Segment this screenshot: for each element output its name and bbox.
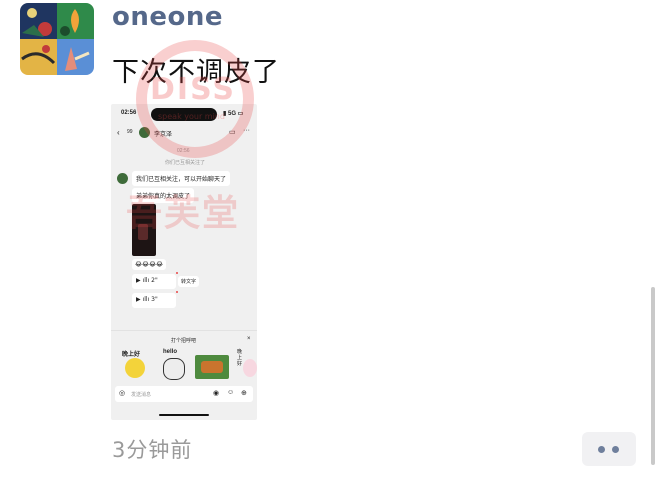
watermark-logo-text: DISS bbox=[150, 72, 236, 107]
flame-icon bbox=[60, 9, 79, 36]
speech-to-text-button[interactable]: 转文字 bbox=[178, 276, 200, 287]
sticker[interactable]: 晚上好 bbox=[119, 349, 149, 381]
moon-icon bbox=[22, 8, 52, 37]
avatar-quadrant-yellow bbox=[20, 39, 57, 75]
sticker-face bbox=[243, 359, 257, 377]
unread-badge-icon: 99 bbox=[127, 129, 133, 135]
sticker[interactable] bbox=[195, 355, 229, 379]
back-icon[interactable]: ‹ bbox=[117, 128, 120, 137]
waveform-icon: ıllı bbox=[142, 296, 150, 303]
message-input-bar[interactable]: ◎ 发送消息 ◉ ☺ ⊕ bbox=[115, 386, 253, 402]
sticker-caption: 晚上好 bbox=[122, 352, 141, 358]
sticker-image bbox=[201, 361, 223, 373]
close-icon[interactable]: × bbox=[247, 336, 251, 342]
sticker[interactable]: hello bbox=[157, 349, 187, 381]
avatar[interactable] bbox=[20, 3, 94, 75]
voice-message[interactable]: ▶ ıllı 3" bbox=[132, 293, 176, 308]
camera-icon[interactable]: ◎ bbox=[119, 389, 125, 397]
emoji-icon[interactable]: ☺ bbox=[227, 389, 234, 396]
status-time: 02:56 bbox=[121, 110, 137, 116]
more-options-button[interactable] bbox=[582, 432, 636, 466]
sticker-face bbox=[125, 358, 145, 378]
message-input[interactable]: 发送消息 bbox=[131, 391, 151, 398]
pattern-icon bbox=[21, 45, 56, 65]
system-note: 你们已互相关注了 bbox=[165, 160, 206, 166]
play-icon[interactable]: ▶ bbox=[136, 277, 141, 284]
voice-duration: 2" bbox=[151, 277, 158, 284]
greet-prompt: 打个招呼吧 bbox=[171, 338, 197, 344]
sticker[interactable]: 晚上好 bbox=[235, 349, 257, 381]
hand-icon bbox=[65, 47, 90, 71]
more-dots-icon bbox=[612, 446, 619, 453]
more-dots-icon bbox=[598, 446, 605, 453]
watermark-logo-subtext: speak your mind bbox=[158, 112, 225, 121]
sender-avatar[interactable] bbox=[117, 173, 128, 184]
avatar-quadrant-green bbox=[57, 3, 94, 39]
voice-duration: 3" bbox=[151, 296, 158, 303]
avatar-quadrant-blue bbox=[57, 39, 94, 75]
avatar-quadrant-night bbox=[20, 3, 57, 39]
unread-dot bbox=[176, 291, 178, 293]
voice-icon[interactable]: ◉ bbox=[213, 389, 219, 397]
voice-message[interactable]: ▶ ıllı 2" bbox=[132, 274, 176, 289]
sticker-caption: hello bbox=[163, 349, 178, 355]
watermark-text: 吾芙堂 bbox=[126, 193, 241, 234]
divider bbox=[111, 330, 257, 331]
play-icon[interactable]: ▶ bbox=[136, 296, 141, 303]
waveform-icon: ıllı bbox=[142, 277, 150, 284]
unread-dot bbox=[176, 272, 178, 274]
sticker-face bbox=[163, 358, 185, 380]
sticker-caption: 晚上好 bbox=[237, 349, 243, 367]
emoji-message[interactable]: 😂😂😂😂 bbox=[132, 259, 167, 270]
post-timestamp: 3分钟前 bbox=[112, 438, 193, 462]
add-icon[interactable]: ⊕ bbox=[241, 389, 247, 397]
scrollbar[interactable] bbox=[651, 287, 655, 465]
username[interactable]: oneone bbox=[112, 2, 223, 32]
home-indicator bbox=[159, 414, 209, 416]
